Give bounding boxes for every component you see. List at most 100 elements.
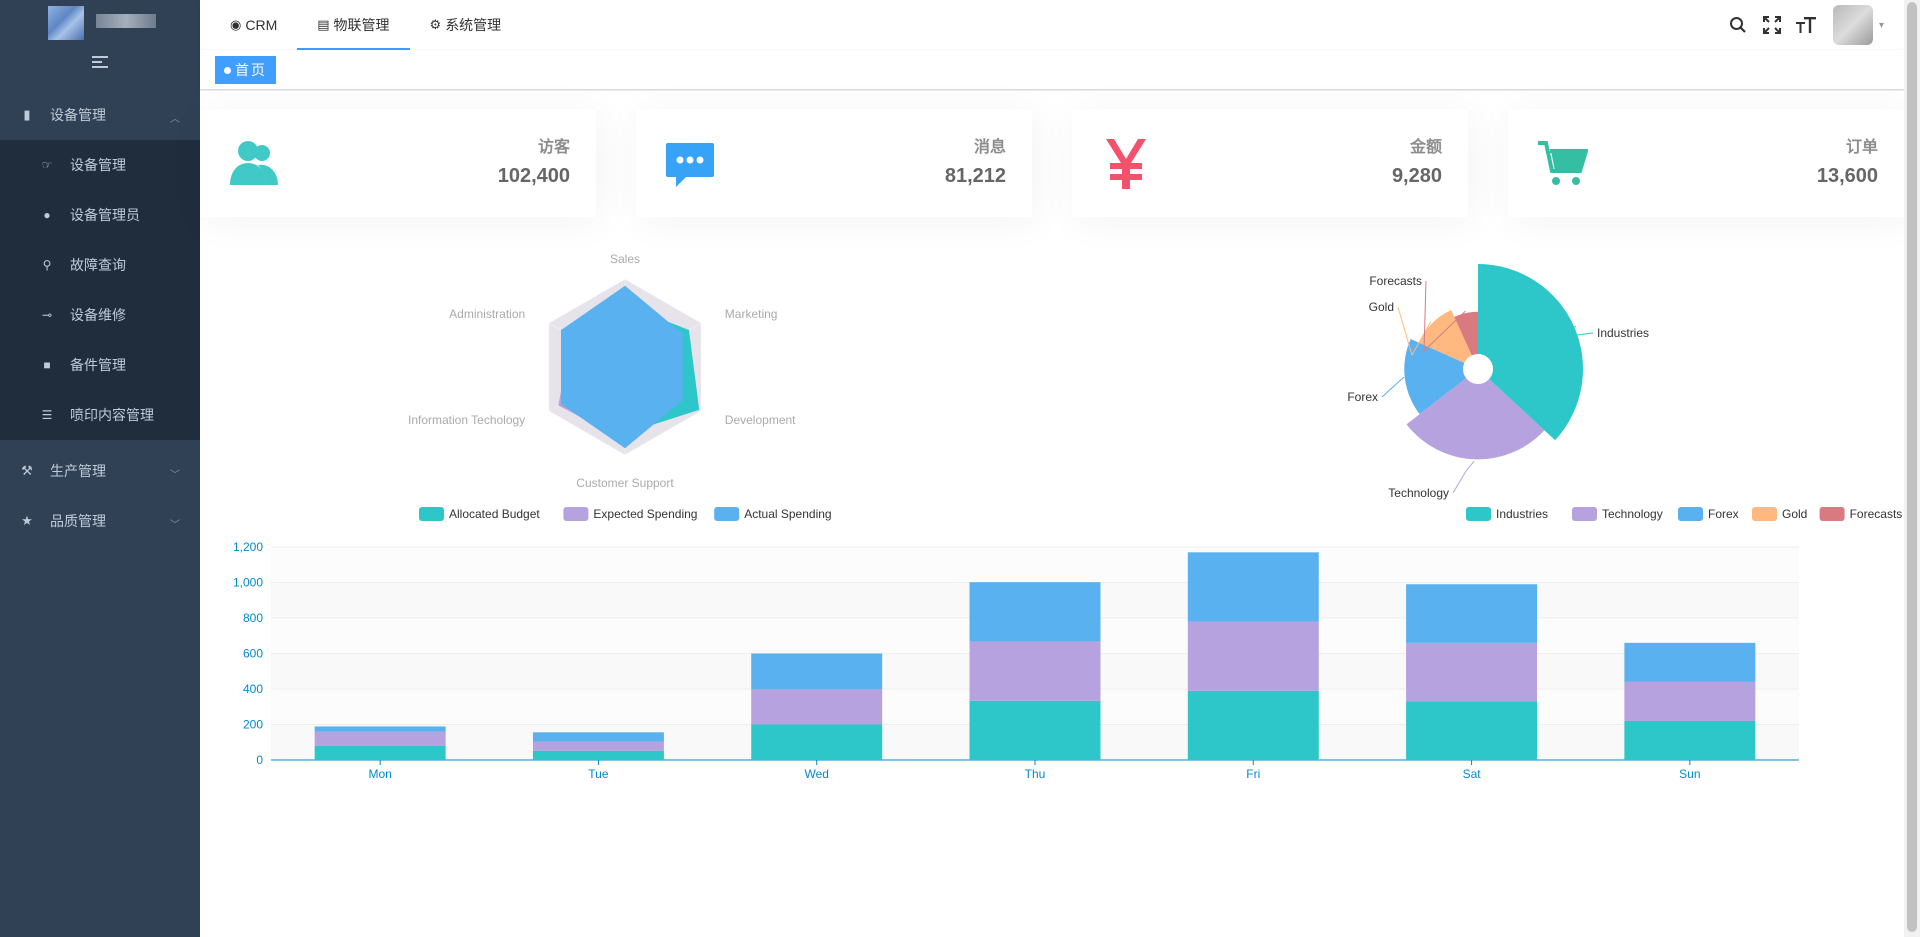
y-tick-label: 600 bbox=[243, 647, 263, 661]
sidebar-item-label: 设备维修 bbox=[70, 307, 126, 323]
bar-segment bbox=[1406, 701, 1538, 760]
legend-label: Gold bbox=[1782, 507, 1807, 521]
radar-indicator-label: Information Techology bbox=[408, 413, 525, 427]
radar-indicator-label: Administration bbox=[449, 307, 525, 321]
grid-band bbox=[271, 547, 1799, 583]
card-value: 81,212 bbox=[944, 165, 1006, 187]
pie-label: Technology bbox=[1388, 486, 1449, 500]
sidebar-menu: ▮ 设备管理 ︿ ☞ 设备管理 ● 设备管理员 ⚲ 故障查询 ⊸ 设备维修 ■ bbox=[0, 90, 200, 546]
tags-view: 首页 bbox=[200, 50, 1904, 90]
bar-segment bbox=[1624, 681, 1756, 721]
text-size-icon[interactable] bbox=[1789, 0, 1823, 50]
card-orders[interactable]: 订单 13,600 bbox=[1508, 109, 1904, 217]
bar-segment bbox=[532, 750, 664, 760]
bar-segment bbox=[532, 732, 664, 742]
bar-segment bbox=[1187, 690, 1319, 760]
chevron-down-icon: ﹀ bbox=[170, 520, 180, 531]
page-scrollbar[interactable] bbox=[1904, 0, 1920, 937]
legend-label: Technology bbox=[1602, 507, 1663, 521]
caret-down-icon[interactable]: ▾ bbox=[1879, 20, 1884, 31]
legend-swatch bbox=[1819, 507, 1845, 521]
dashboard: 访客 102,400 消息 81,212 金额 9,280 订单 13,600 … bbox=[200, 91, 1904, 937]
legend-swatch bbox=[419, 507, 444, 521]
menu-group-quality[interactable]: ★ 品质管理 ﹀ bbox=[0, 496, 200, 546]
bar-segment bbox=[751, 653, 883, 689]
sidebar-item-device-management[interactable]: ☞ 设备管理 bbox=[0, 140, 200, 190]
sidebar-item-device-admin[interactable]: ● 设备管理员 bbox=[0, 190, 200, 240]
github-icon: ◉ bbox=[230, 17, 242, 32]
x-tick-label: Thu bbox=[1025, 767, 1046, 781]
sidebar-item-label: 设备管理 bbox=[70, 157, 126, 173]
top-nav: ◉ CRM ▤ 物联管理 ⚙ 系统管理 bbox=[210, 0, 521, 50]
menu-group-label: 设备管理 bbox=[50, 107, 106, 123]
card-title: 金额 bbox=[1409, 139, 1442, 156]
logo-text bbox=[96, 14, 156, 28]
tag-home[interactable]: 首页 bbox=[215, 56, 276, 84]
chevron-up-icon: ︿ bbox=[170, 114, 180, 125]
sidebar-item-spare-parts[interactable]: ■ 备件管理 bbox=[0, 340, 200, 390]
sidebar-item-print-content[interactable]: ☰ 喷印内容管理 bbox=[0, 390, 200, 440]
legend-label: Expected Spending bbox=[593, 507, 697, 521]
gear-icon: ⚙ bbox=[429, 17, 442, 32]
sidebar-item-label: 喷印内容管理 bbox=[70, 407, 154, 423]
hamburger-icon[interactable] bbox=[92, 56, 108, 70]
sidebar-item-label: 故障查询 bbox=[70, 257, 126, 273]
card-value: 9,280 bbox=[1391, 165, 1442, 187]
sidebar: ▮ 设备管理 ︿ ☞ 设备管理 ● 设备管理员 ⚲ 故障查询 ⊸ 设备维修 ■ bbox=[0, 0, 200, 937]
legend-swatch bbox=[1466, 507, 1491, 521]
y-tick-label: 400 bbox=[243, 682, 263, 696]
y-tick-label: 800 bbox=[243, 611, 263, 625]
x-tick-label: Tue bbox=[588, 767, 609, 781]
tab-system-management[interactable]: ⚙ 系统管理 bbox=[410, 0, 522, 50]
card-value: 13,600 bbox=[1816, 165, 1878, 187]
menu-group-device[interactable]: ▮ 设备管理 ︿ bbox=[0, 90, 200, 140]
radar-chart: Sales Marketing Development Customer Suppor… bbox=[408, 252, 832, 521]
bar-segment bbox=[1624, 720, 1756, 760]
radar-indicator-label: Sales bbox=[610, 252, 640, 266]
active-dot-icon bbox=[224, 66, 231, 74]
tab-label: CRM bbox=[245, 17, 278, 33]
navbar: ◉ CRM ▤ 物联管理 ⚙ 系统管理 ▾ bbox=[200, 0, 1904, 50]
bar-segment bbox=[1187, 552, 1319, 622]
bar-segment bbox=[969, 700, 1101, 760]
tab-label: 物联管理 bbox=[333, 17, 390, 33]
scrollbar-thumb[interactable] bbox=[1907, 2, 1917, 932]
chevron-down-icon: ﹀ bbox=[170, 470, 180, 481]
pie-label-line bbox=[1452, 460, 1475, 494]
x-tick-label: Sat bbox=[1463, 767, 1482, 781]
legend-swatch bbox=[1678, 507, 1703, 521]
tag-label: 首页 bbox=[235, 62, 267, 78]
sidebar-item-fault-query[interactable]: ⚲ 故障查询 bbox=[0, 240, 200, 290]
bar-chart: 0 200 400 600 800 1,000 1,200 Mon Tue Wed Thu Fri Sa… bbox=[233, 540, 1799, 781]
sidebar-item-device-repair[interactable]: ⊸ 设备维修 bbox=[0, 290, 200, 340]
card-messages[interactable]: 消息 81,212 bbox=[636, 109, 1032, 217]
legend-swatch bbox=[1752, 507, 1777, 521]
search-icon[interactable] bbox=[1721, 0, 1755, 50]
y-tick-label: 1,200 bbox=[233, 540, 263, 554]
tab-iot-management[interactable]: ▤ 物联管理 bbox=[297, 0, 410, 50]
card-amount[interactable]: 金额 9,280 bbox=[1072, 109, 1468, 217]
legend-label: Industries bbox=[1496, 507, 1548, 521]
tab-crm[interactable]: ◉ CRM bbox=[210, 0, 297, 50]
menu-group-label: 品质管理 bbox=[50, 513, 106, 529]
sidebar-item-label: 设备管理员 bbox=[70, 207, 140, 223]
logo-image bbox=[48, 6, 84, 40]
legend-label: Actual Spending bbox=[744, 507, 831, 521]
radar-indicator-label: Development bbox=[725, 413, 796, 427]
card-title: 访客 bbox=[537, 139, 570, 156]
menu-group-production[interactable]: ⚒ 生产管理 ﹀ bbox=[0, 446, 200, 496]
fullscreen-icon[interactable] bbox=[1755, 0, 1789, 50]
production-icon: ⚒ bbox=[21, 463, 33, 478]
wrench-icon: ⊸ bbox=[41, 308, 53, 322]
pie-label: Forecasts bbox=[1369, 274, 1422, 288]
search-icon: ⚲ bbox=[42, 258, 52, 272]
bar-segment bbox=[314, 745, 446, 760]
legend-label: Allocated Budget bbox=[449, 507, 540, 521]
bar-segment bbox=[532, 741, 664, 751]
card-visitors[interactable]: 访客 102,400 bbox=[200, 109, 596, 217]
legend-label: Forecasts bbox=[1850, 507, 1903, 521]
logo[interactable] bbox=[0, 0, 200, 50]
radar-indicator-label: Marketing bbox=[725, 307, 778, 321]
avatar[interactable] bbox=[1832, 5, 1873, 45]
message-icon bbox=[666, 143, 714, 187]
